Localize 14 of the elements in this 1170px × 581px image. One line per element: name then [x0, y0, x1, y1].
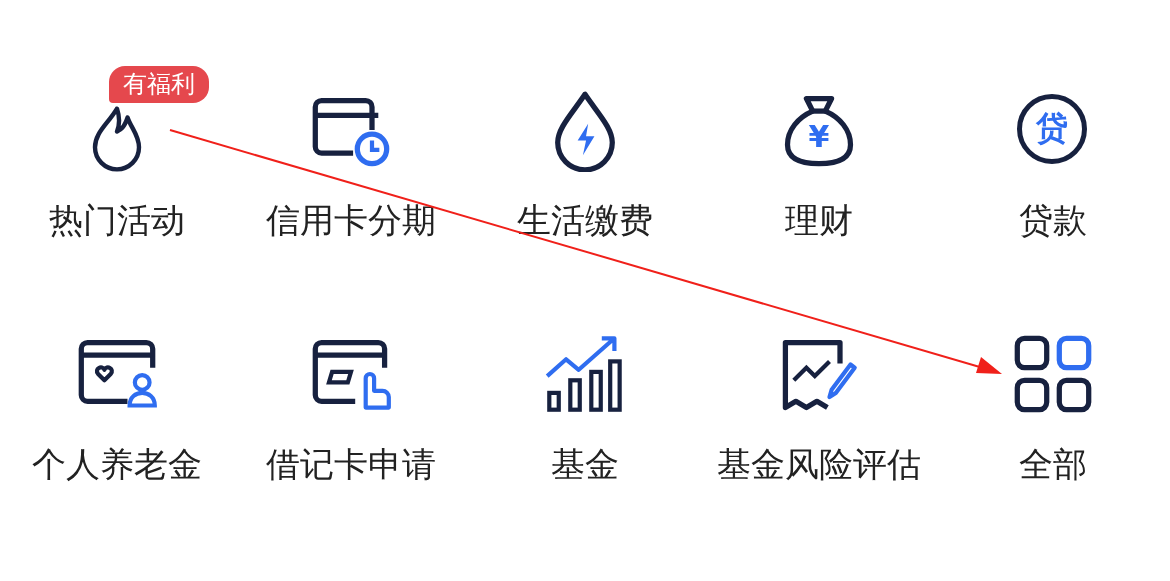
menu-item-label[interactable]: 借记卡申请	[266, 444, 436, 485]
menu-item-label[interactable]: 生活缴费	[517, 200, 653, 241]
menu-item-label[interactable]: 个人养老金	[32, 444, 202, 485]
menu-item-label[interactable]: 信用卡分期	[266, 200, 436, 241]
benefit-badge: 有福利	[109, 66, 209, 103]
menu-item-label[interactable]: 理财	[785, 200, 853, 241]
menu-item-label[interactable]: 基金	[551, 444, 619, 485]
loan-coin-icon[interactable]: 贷	[1017, 94, 1087, 164]
menu-item-label[interactable]: 热门活动	[49, 200, 185, 241]
yen-sign: ¥	[807, 122, 831, 152]
menu-item-label[interactable]: 基金风险评估	[717, 444, 921, 485]
menu-item-label[interactable]: 贷款	[1019, 200, 1087, 241]
flame-icon[interactable]	[92, 106, 142, 172]
menu-item-label[interactable]: 全部	[1019, 444, 1087, 485]
